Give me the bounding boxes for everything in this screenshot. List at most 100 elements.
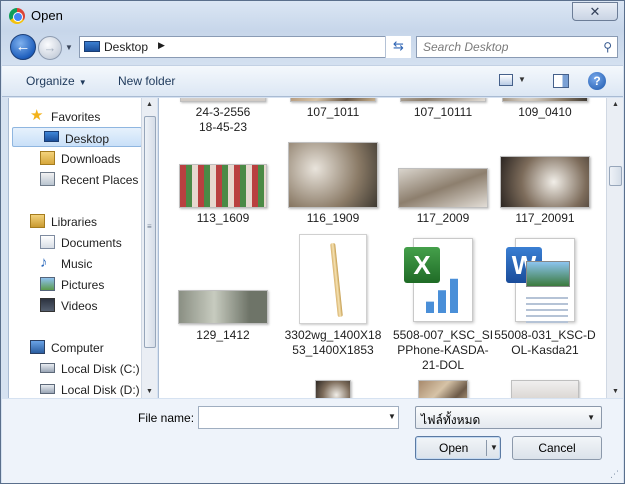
search-input[interactable] <box>423 39 593 55</box>
file-thumbnail <box>315 380 351 398</box>
file-thumbnail <box>400 98 486 102</box>
preview-pane-icon[interactable] <box>553 74 569 88</box>
file-name: 129_1412 <box>196 328 250 342</box>
dialog-footer: File name: ▼ ไฟล์ทั้งหมด ▼ Open ▼ Cancel… <box>2 399 623 483</box>
sidebar-item-libraries[interactable]: Libraries <box>9 211 141 231</box>
organize-label: Organize <box>26 74 75 88</box>
recent-places-icon <box>40 172 55 186</box>
sidebar-item-label: Music <box>61 257 93 271</box>
sidebar-item-favorites[interactable]: ★ Favorites <box>9 106 141 126</box>
file-name: 5508-007_KSC_SI PPhone-KASDA- 21-DOL <box>392 328 494 372</box>
hard-disk-icon <box>40 384 55 394</box>
file-list-scrollbar[interactable]: ▲ ▼ <box>606 98 623 398</box>
file-thumbnail <box>502 98 588 102</box>
open-dialog: Open ✕ ← → ▼ Desktop ▶ ▼ ⇆ ⚲ Organize▼ N… <box>0 0 625 484</box>
sidebar-item-label: Computer <box>51 341 104 355</box>
change-view-icon[interactable] <box>499 74 513 86</box>
sidebar-item-local-disk-c[interactable]: Local Disk (C:) <box>9 358 141 378</box>
file-name: 107_10111 <box>413 105 473 119</box>
file-name: 117_20091 <box>515 211 575 225</box>
sidebar-item-label: Libraries <box>51 215 98 229</box>
sidebar-item-downloads[interactable]: Downloads <box>9 148 141 168</box>
star-icon: ★ <box>30 107 44 124</box>
file-name: 117_2009 <box>416 211 470 225</box>
file-name: 107_1011 <box>306 105 360 119</box>
sidebar-item-local-disk-d[interactable]: Local Disk (D:) <box>9 379 141 398</box>
file-name: 116_1909 <box>306 211 360 225</box>
embedded-picture-icon <box>526 261 570 287</box>
cancel-button[interactable]: Cancel <box>512 436 602 460</box>
scroll-up-icon[interactable]: ▲ <box>612 101 619 108</box>
excel-logo-icon: X <box>404 247 440 283</box>
computer-icon <box>30 340 45 354</box>
new-folder-button[interactable]: New folder <box>118 74 175 88</box>
file-name: 55008-031_KSC-D OL-Kasda21 <box>494 328 596 357</box>
file-type-value: ไฟล์ทั้งหมด <box>421 413 481 427</box>
breadcrumb-desktop[interactable]: Desktop <box>104 40 148 54</box>
desktop-location-icon <box>84 41 100 52</box>
scroll-down-icon[interactable]: ▼ <box>146 388 153 395</box>
file-name-input[interactable] <box>198 406 399 429</box>
sidebar-item-label: Pictures <box>61 278 105 292</box>
breadcrumb-chevron-icon[interactable]: ▶ <box>158 40 165 51</box>
grip-icon: ≡ <box>147 222 152 231</box>
navigation-pane-scrollbar[interactable]: ▲ ≡ ▼ <box>141 98 157 398</box>
file-name: 3302wg_1400X18 53_1400X1853 <box>284 328 382 357</box>
organize-menu-button[interactable]: Organize ▼ <box>26 74 87 88</box>
excel-document-icon: X <box>404 238 473 322</box>
videos-icon <box>40 298 55 312</box>
resize-grip-icon[interactable]: ⋰ <box>610 469 619 480</box>
close-icon: ✕ <box>589 4 601 19</box>
sidebar-item-recent-places[interactable]: Recent Places <box>9 169 141 189</box>
file-list: 24-3-2556 18-45-23 107_1011 107_10111 10… <box>158 98 606 398</box>
open-options-dropdown-icon[interactable]: ▼ <box>490 443 498 452</box>
file-name-label: File name: <box>138 411 195 425</box>
file-name: 113_1609 <box>196 211 250 225</box>
open-button[interactable]: Open ▼ <box>415 436 501 460</box>
sidebar-item-videos[interactable]: Videos <box>9 295 141 315</box>
file-thumbnail <box>299 234 367 324</box>
scroll-down-icon[interactable]: ▼ <box>612 388 619 395</box>
file-thumbnail <box>500 156 590 208</box>
chevron-down-icon: ▼ <box>78 78 87 87</box>
file-thumbnail <box>178 290 268 324</box>
refresh-icon: ⇆ <box>393 38 404 53</box>
navigation-pane: ★ Favorites Desktop Downloads Recent Pla… <box>8 98 156 398</box>
sidebar-item-pictures[interactable]: Pictures <box>9 274 141 294</box>
chrome-app-icon <box>9 8 25 24</box>
file-name-dropdown-icon[interactable]: ▼ <box>388 412 396 421</box>
view-options-dropdown-icon[interactable]: ▼ <box>518 75 526 84</box>
sidebar-item-computer[interactable]: Computer <box>9 337 141 357</box>
search-icon[interactable]: ⚲ <box>603 40 612 54</box>
back-button[interactable]: ← <box>10 34 36 60</box>
sidebar-item-documents[interactable]: Documents <box>9 232 141 252</box>
file-thumbnail <box>288 142 378 208</box>
sidebar-item-label: Downloads <box>61 152 121 166</box>
window-title: Open <box>31 8 63 23</box>
address-bar[interactable]: Desktop ▶ ▼ <box>79 36 411 58</box>
pictures-icon <box>40 277 55 291</box>
scrollbar-thumb[interactable] <box>144 116 156 348</box>
file-thumbnail <box>179 164 267 208</box>
chevron-down-icon: ▼ <box>587 413 595 422</box>
music-note-icon: ♪ <box>40 254 48 271</box>
scroll-up-icon[interactable]: ▲ <box>146 101 153 108</box>
help-icon[interactable]: ? <box>588 72 606 90</box>
sidebar-item-label: Videos <box>61 299 98 313</box>
file-type-select[interactable]: ไฟล์ทั้งหมด ▼ <box>415 406 602 429</box>
file-thumbnail <box>398 168 488 208</box>
sidebar-item-music[interactable]: ♪ Music <box>9 253 141 273</box>
forward-button[interactable]: → <box>38 36 62 60</box>
sidebar-item-label: Desktop <box>65 132 110 146</box>
documents-icon <box>40 235 55 249</box>
recent-locations-dropdown-icon[interactable]: ▼ <box>65 43 73 52</box>
scrollbar-thumb[interactable] <box>609 166 622 186</box>
file-name: 24-3-2556 18-45-23 <box>195 105 251 134</box>
navigation-bar: ← → ▼ Desktop ▶ ▼ ⇆ ⚲ <box>1 32 624 62</box>
libraries-icon <box>30 214 45 228</box>
refresh-button[interactable]: ⇆ <box>385 36 411 58</box>
split-divider <box>486 440 487 456</box>
sidebar-item-desktop[interactable]: Desktop <box>12 127 142 147</box>
close-button[interactable]: ✕ <box>572 2 618 21</box>
search-box[interactable]: ⚲ <box>416 36 618 58</box>
